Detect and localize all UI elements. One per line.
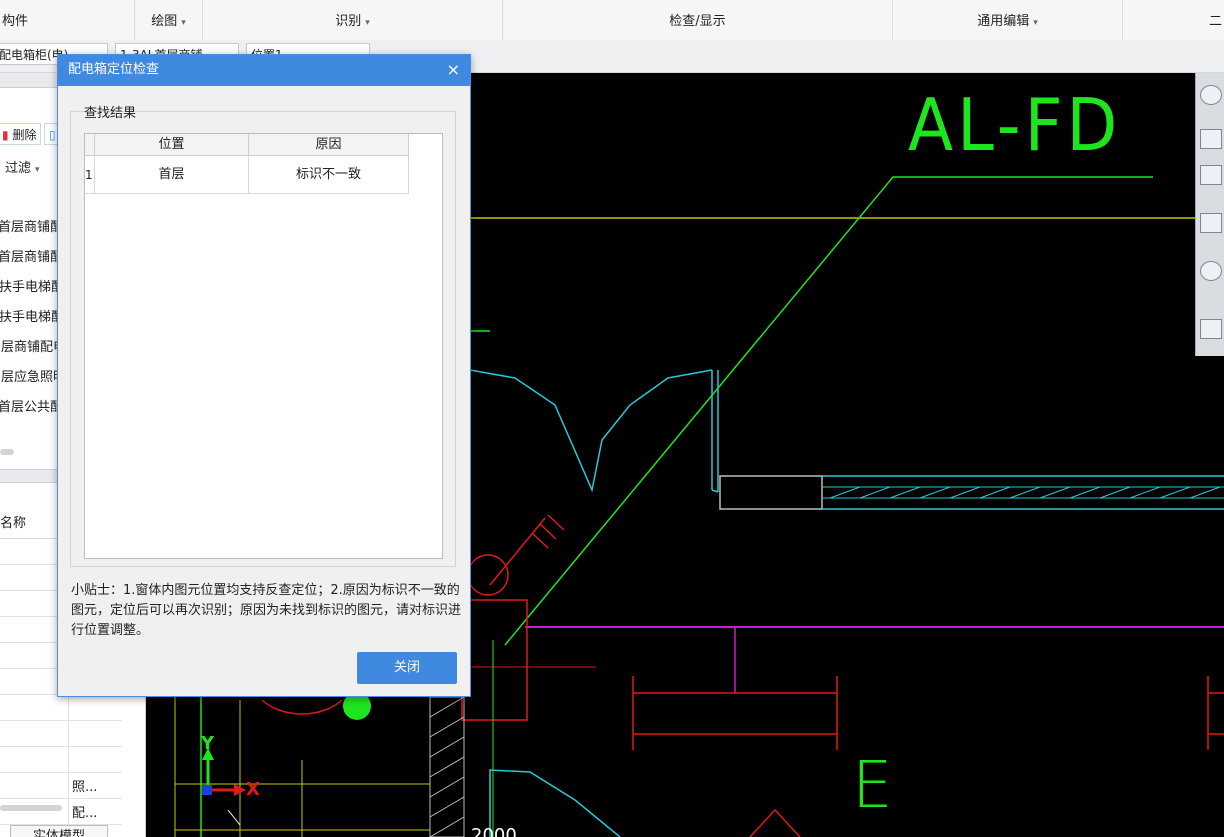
props-name-header: 名称 xyxy=(0,516,27,531)
table-row[interactable] xyxy=(0,721,122,747)
table-row[interactable] xyxy=(0,747,122,773)
menu-general-edit-label: 通用编辑 xyxy=(977,14,1030,29)
delete-button[interactable]: ▮ 删除 xyxy=(0,123,42,145)
tip-text: 小贴士：1.窗体内图元位置均支持反查定位；2.原因为标识不一致的图元，定位后可以… xyxy=(71,583,462,638)
copy-button[interactable]: ▯ xyxy=(44,123,58,145)
menu-check-display[interactable]: 检查/显示 xyxy=(503,0,893,40)
prop-value: 照... xyxy=(72,780,98,795)
menu-recognize-label: 识别 xyxy=(335,14,362,29)
menu-general-edit[interactable]: 通用编辑 ▾ xyxy=(893,0,1123,40)
close-button[interactable]: 关闭 xyxy=(357,652,457,684)
dialog-title: 配电箱定位检查 xyxy=(68,62,160,77)
dimension-text: 2000 xyxy=(471,825,517,837)
chevron-down-icon: ▾ xyxy=(1033,18,1038,28)
orbit-icon[interactable] xyxy=(1200,85,1222,105)
close-icon[interactable]: × xyxy=(447,55,460,85)
cad-label-e: E xyxy=(852,749,893,823)
axis-x-label: X xyxy=(246,779,260,800)
rotate-icon[interactable] xyxy=(1200,261,1222,281)
props-scrollbar[interactable] xyxy=(0,805,62,811)
chevron-down-icon: ▾ xyxy=(35,165,40,175)
menu-more-label: 二 xyxy=(1208,14,1222,29)
table-row[interactable]: 配... xyxy=(0,799,122,825)
view-toolbar xyxy=(1195,73,1224,356)
3d-view-icon[interactable] xyxy=(1200,129,1222,149)
chevron-down-icon: ▾ xyxy=(181,18,186,28)
axis-y-label: Y xyxy=(201,733,215,754)
table-row[interactable] xyxy=(0,695,122,721)
menu-bar: 构件 绘图 ▾ 识别 ▾ 检查/显示 通用编辑 ▾ 二 xyxy=(0,0,1224,41)
cell-location[interactable]: 首层 xyxy=(95,156,249,194)
menu-draw[interactable]: 绘图 ▾ xyxy=(135,0,203,40)
menu-draw-label: 绘图 xyxy=(151,14,178,29)
copy-icon: ▯ xyxy=(49,128,56,142)
prop-value: 配... xyxy=(72,806,98,821)
delete-icon: ▮ xyxy=(2,128,9,142)
cad-shape xyxy=(469,369,713,493)
results-table: 位置 原因 1 首层 标识不一致 xyxy=(84,133,443,559)
chevron-down-icon: ▾ xyxy=(365,18,370,28)
box-view-icon[interactable] xyxy=(1200,213,1222,233)
layer-list-icon[interactable] xyxy=(1200,319,1222,339)
table-row[interactable]: 1 首层 标识不一致 xyxy=(85,134,409,194)
cad-label-box-code: AL-FD xyxy=(908,83,1122,168)
delete-button-label: 删除 xyxy=(12,128,37,142)
entity-model-label: 实体模型 xyxy=(32,829,85,837)
dialog-title-bar: 配电箱定位检查 × xyxy=(58,55,470,86)
tree-scrollbar[interactable] xyxy=(0,449,14,455)
entity-model-tab[interactable]: 实体模型 xyxy=(10,825,108,837)
menu-recognize[interactable]: 识别 ▾ xyxy=(203,0,503,40)
menu-more[interactable]: 二 xyxy=(1123,0,1224,40)
top-view-icon[interactable] xyxy=(1200,165,1222,185)
distribution-box-check-dialog: 配电箱定位检查 × 查找结果 位置 原因 1 首层 标识不一致 小贴士：1.窗体… xyxy=(57,54,471,697)
filter-dropdown[interactable]: 过滤 ▾ xyxy=(5,157,40,176)
table-row[interactable]: 照... xyxy=(0,773,122,799)
menu-component[interactable]: 构件 xyxy=(0,0,135,40)
menu-check-display-label: 检查/显示 xyxy=(669,14,726,29)
leader-line xyxy=(504,176,1153,646)
menu-component-label: 构件 xyxy=(2,14,29,29)
row-index: 1 xyxy=(85,156,95,194)
filter-label: 过滤 xyxy=(5,161,32,176)
cell-reason[interactable]: 标识不一致 xyxy=(249,156,409,194)
results-group-label: 查找结果 xyxy=(84,106,137,121)
